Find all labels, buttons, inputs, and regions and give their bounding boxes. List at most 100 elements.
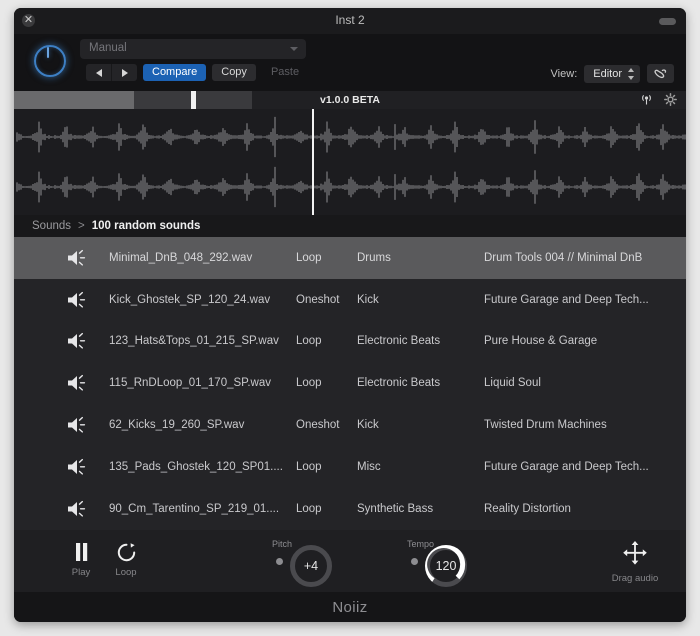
stepper-icon <box>628 67 635 80</box>
chevron-down-icon <box>290 47 298 51</box>
sound-type: Oneshot <box>296 293 340 306</box>
sound-row[interactable]: Minimal_DnB_048_292.wav Loop Drums Drum Too… <box>14 237 686 279</box>
sound-category: Misc <box>357 460 381 473</box>
title-bar: ✕ Inst 2 <box>14 8 686 34</box>
sound-row[interactable]: 123_Hats&Tops_01_215_SP.wav Loop Electroni… <box>14 320 686 363</box>
sound-pack: Future Garage and Deep Tech... <box>484 460 649 473</box>
pitch-knob[interactable]: +4 <box>290 545 332 587</box>
power-icon[interactable] <box>31 42 69 80</box>
version-strip-icons <box>640 93 677 106</box>
compare-button[interactable]: Compare <box>143 64 207 81</box>
playhead[interactable] <box>312 109 314 215</box>
view-group: View: Editor <box>551 64 674 83</box>
sound-type: Loop <box>296 251 322 264</box>
waveform-display[interactable] <box>14 109 686 215</box>
sound-row[interactable]: 62_Kicks_19_260_SP.wav Oneshot Kick Twisted… <box>14 404 686 446</box>
broadcast-icon[interactable] <box>640 93 653 106</box>
drag-audio-label: Drag audio <box>611 573 659 584</box>
sound-list: Minimal_DnB_048_292.wav Loop Drums Drum Too… <box>14 237 686 530</box>
view-label: View: <box>550 67 578 80</box>
sound-pack: Pure House & Garage <box>484 335 598 348</box>
sound-pack: Liquid Soul <box>484 377 541 390</box>
sound-name: 135_Pads_Ghostek_120_SP01.... <box>109 460 283 473</box>
next-preset-button[interactable] <box>111 64 137 81</box>
sound-row[interactable]: 135_Pads_Ghostek_120_SP01.... Loop Misc Fut… <box>14 445 686 488</box>
sound-type: Loop <box>296 502 322 515</box>
speaker-icon[interactable] <box>66 248 92 268</box>
play-button[interactable]: Play <box>58 539 104 578</box>
pitch-label: Pitch <box>272 539 293 549</box>
version-strip: v1.0.0 BETA <box>14 91 686 109</box>
play-label: Play <box>71 567 91 578</box>
drag-audio-button[interactable]: Drag audio <box>604 539 666 584</box>
sound-row[interactable]: Kick_Ghostek_SP_120_24.wav Oneshot Kick Fut… <box>14 278 686 321</box>
sound-row[interactable]: 90_Cm_Tarentino_SP_219_01.... Loop Synthet… <box>14 487 686 530</box>
paste-button[interactable]: Paste <box>262 64 308 81</box>
waveform-lane-bottom <box>16 166 686 208</box>
sound-name: 62_Kicks_19_260_SP.wav <box>109 419 245 432</box>
preset-nav-group <box>86 64 137 81</box>
sound-category: Kick <box>357 419 379 432</box>
sound-category: Synthetic Bass <box>357 502 434 515</box>
transport-bar: Play Loop Pitch +4 Tempo 120 Drag audio <box>14 530 686 592</box>
sound-category: Kick <box>357 293 379 306</box>
loop-button[interactable]: Loop <box>103 539 149 578</box>
arrow-right-icon <box>121 68 128 77</box>
window-title: Inst 2 <box>335 13 365 27</box>
tempo-knob[interactable]: 120 <box>425 545 467 587</box>
loop-label: Loop <box>115 567 137 578</box>
speaker-icon[interactable] <box>66 331 92 351</box>
link-icon[interactable] <box>647 64 674 83</box>
sound-pack: Drum Tools 004 // Minimal DnB <box>484 251 643 264</box>
speaker-icon[interactable] <box>66 499 92 519</box>
sound-pack: Future Garage and Deep Tech... <box>484 293 649 306</box>
window-pill-button[interactable] <box>659 18 676 25</box>
arrow-left-icon <box>95 68 102 77</box>
preset-value: Manual <box>89 42 127 54</box>
sound-category: Drums <box>357 251 391 264</box>
move-icon <box>604 539 666 572</box>
breadcrumb: Sounds > 100 random sounds <box>14 215 686 237</box>
waveform-lane-top <box>16 116 686 158</box>
prev-preset-button[interactable] <box>86 64 111 81</box>
power-stem <box>47 47 49 58</box>
copy-button[interactable]: Copy <box>212 64 256 81</box>
pitch-value: +4 <box>303 559 319 573</box>
speaker-icon[interactable] <box>66 373 92 393</box>
sound-row[interactable]: 115_RnDLoop_01_170_SP.wav Loop Electronic … <box>14 362 686 405</box>
breadcrumb-root[interactable]: Sounds <box>32 220 71 232</box>
loop-icon <box>103 539 149 565</box>
sound-name: 90_Cm_Tarentino_SP_219_01.... <box>109 502 280 515</box>
tempo-reset-dot[interactable] <box>411 558 418 565</box>
sound-category: Electronic Beats <box>357 377 441 390</box>
speaker-icon[interactable] <box>66 290 92 310</box>
gear-icon[interactable] <box>664 93 677 106</box>
sound-name: 115_RnDLoop_01_170_SP.wav <box>109 377 271 390</box>
breadcrumb-current[interactable]: 100 random sounds <box>92 220 201 232</box>
plugin-window: ✕ Inst 2 Manual Compare Copy Paste View:… <box>14 8 686 622</box>
brand-label: Noiiz <box>332 598 368 616</box>
speaker-icon[interactable] <box>66 457 92 477</box>
preset-dropdown[interactable]: Manual <box>80 39 306 59</box>
speaker-icon[interactable] <box>66 415 92 435</box>
breadcrumb-separator: > <box>78 220 85 232</box>
sound-type: Loop <box>296 377 322 390</box>
footer: Noiiz <box>14 592 686 622</box>
plugin-toolbar: Manual Compare Copy Paste View: Editor <box>14 34 686 91</box>
view-select[interactable]: Editor <box>584 64 640 83</box>
sound-pack: Reality Distortion <box>484 502 571 515</box>
version-label: v1.0.0 BETA <box>320 94 380 106</box>
view-value: Editor <box>593 67 622 80</box>
toolbar-button-row: Compare Copy Paste <box>86 64 308 81</box>
sound-name: 123_Hats&Tops_01_215_SP.wav <box>109 335 279 348</box>
pause-icon <box>58 539 104 565</box>
sound-category: Electronic Beats <box>357 335 441 348</box>
tempo-value: 120 <box>435 559 457 573</box>
sound-type: Oneshot <box>296 419 340 432</box>
sound-pack: Twisted Drum Machines <box>484 419 607 432</box>
pitch-reset-dot[interactable] <box>276 558 283 565</box>
power-ring <box>34 45 66 77</box>
sound-type: Loop <box>296 460 322 473</box>
sound-name: Minimal_DnB_048_292.wav <box>109 251 253 264</box>
sound-name: Kick_Ghostek_SP_120_24.wav <box>109 293 271 306</box>
